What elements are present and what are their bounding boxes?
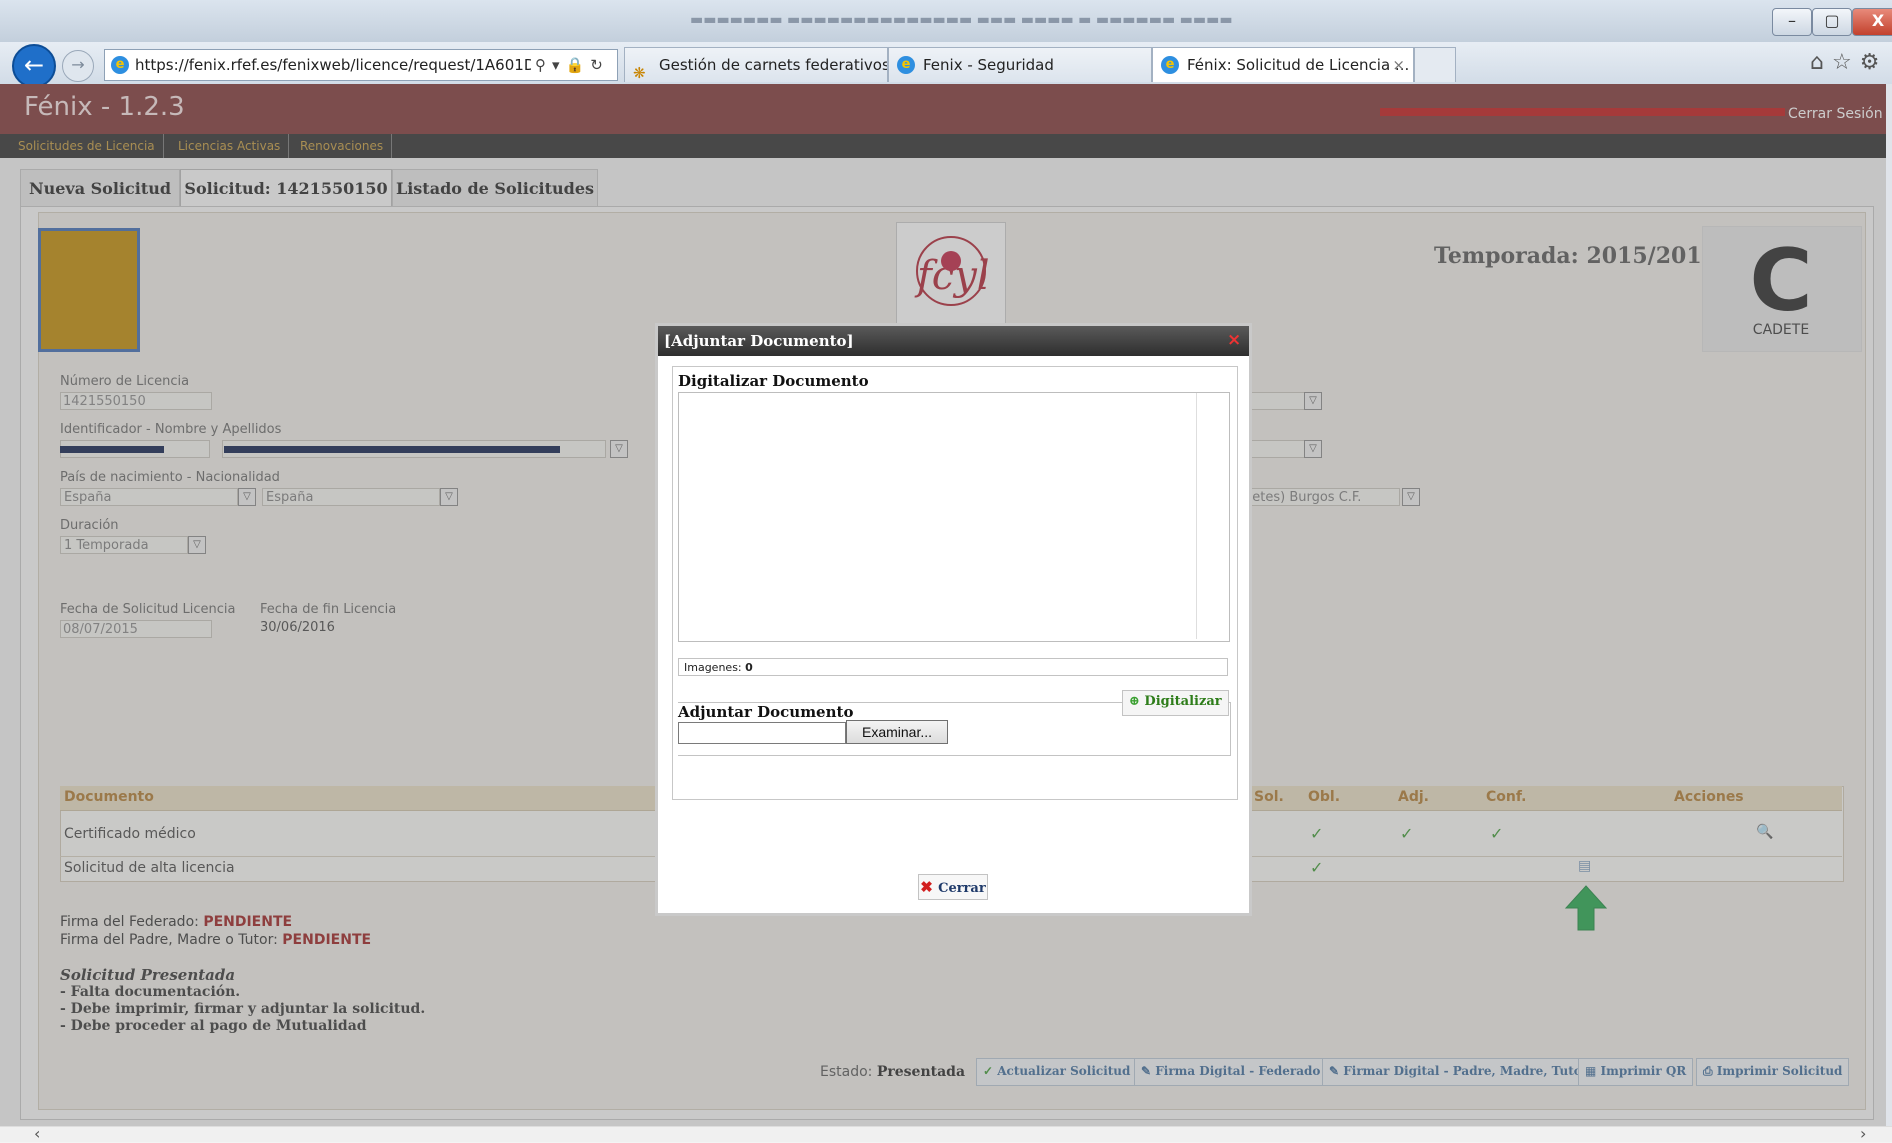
dialog-title: [Adjuntar Documento] bbox=[664, 332, 854, 350]
window-title-blurred: ▬▬▬▬▬▬▬ ▬▬▬▬▬▬▬▬▬▬▬▬▬▬ ▬▬▬ ▬▬▬▬ ▬ ▬▬▬▬▬▬… bbox=[690, 12, 1233, 28]
attach-section-title: Adjuntar Documento bbox=[678, 703, 854, 721]
dialog-close-icon[interactable]: × bbox=[1227, 330, 1241, 350]
scroll-right-icon[interactable]: › bbox=[1860, 1124, 1866, 1143]
plus-circle-icon: ⊕ bbox=[1129, 694, 1145, 709]
window-title-bar: ▬▬▬▬▬▬▬ ▬▬▬▬▬▬▬▬▬▬▬▬▬▬ ▬▬▬ ▬▬▬▬ ▬ ▬▬▬▬▬▬… bbox=[0, 0, 1892, 42]
ie-favicon-icon: e bbox=[1161, 56, 1179, 74]
new-tab-button[interactable] bbox=[1414, 47, 1456, 82]
back-arrow-icon: ← bbox=[23, 51, 45, 79]
scan-preview-area[interactable] bbox=[678, 392, 1230, 642]
scroll-left-icon[interactable]: ‹ bbox=[34, 1124, 40, 1143]
browser-toolbar-icons[interactable]: ⌂☆⚙ bbox=[1810, 50, 1887, 75]
ie-favicon-icon: e bbox=[897, 56, 915, 74]
ie-page-icon: e bbox=[111, 56, 129, 74]
forward-button[interactable]: → bbox=[62, 50, 94, 82]
browser-tab-seguridad[interactable]: e Fenix - Seguridad bbox=[888, 47, 1152, 82]
file-path-input[interactable] bbox=[678, 722, 846, 744]
digitize-button[interactable]: ⊕ Digitalizar bbox=[1122, 690, 1229, 716]
dialog-close-button[interactable]: ✖ Cerrar bbox=[918, 874, 988, 900]
address-bar[interactable]: e https://fenix.rfef.es/fenixweb/licence… bbox=[104, 49, 618, 81]
browser-tab-carnets[interactable]: ❋ Gestión de carnets federativos bbox=[624, 47, 888, 82]
horizontal-scrollbar[interactable] bbox=[0, 1126, 1892, 1142]
scan-area-scrollbar[interactable] bbox=[1196, 393, 1197, 639]
minimize-button[interactable]: – bbox=[1772, 8, 1812, 36]
forward-arrow-icon: → bbox=[71, 55, 85, 74]
images-count: Imagenes: 0 bbox=[678, 658, 1228, 676]
back-button[interactable]: ← bbox=[12, 44, 56, 88]
window-close-button[interactable]: X bbox=[1852, 8, 1892, 36]
tab-close-icon[interactable]: × bbox=[1392, 48, 1405, 82]
browser-tab-solicitud[interactable]: e Fénix: Solicitud de Licencia ... × bbox=[1152, 47, 1414, 82]
window-right-edge bbox=[1886, 84, 1892, 1126]
address-actions-icon[interactable]: ⚲▾🔒↻ bbox=[535, 50, 609, 80]
maximize-button[interactable]: ▢ bbox=[1812, 8, 1852, 36]
close-x-icon: ✖ bbox=[920, 878, 939, 896]
club-favicon-icon: ❋ bbox=[633, 64, 646, 82]
address-text: https://fenix.rfef.es/fenixweb/licence/r… bbox=[135, 56, 531, 74]
browse-button[interactable]: Examinar... bbox=[846, 720, 948, 744]
scan-section-title: Digitalizar Documento bbox=[678, 372, 869, 390]
